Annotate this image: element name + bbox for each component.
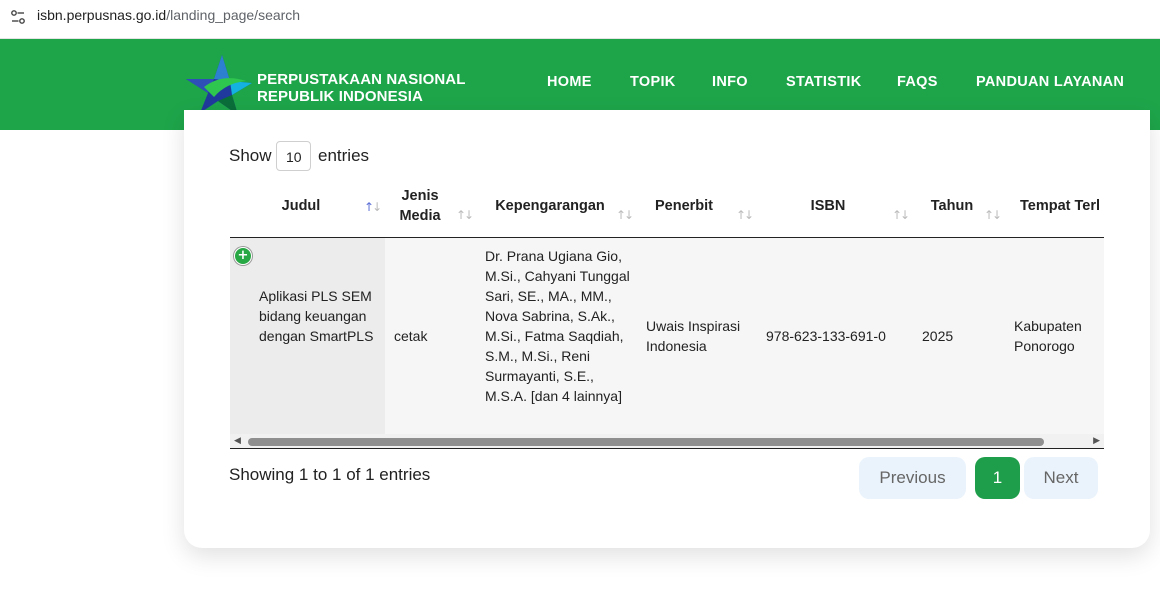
nav-statistik[interactable]: STATISTIK <box>786 74 861 90</box>
sort-icon[interactable]: ↑↓ <box>736 208 754 222</box>
column-header-jenis-media[interactable]: Jenis Media <box>396 186 444 226</box>
column-header-tahun[interactable]: Tahun <box>926 196 978 216</box>
brand-name[interactable]: PERPUSTAKAAN NASIONAL REPUBLIK INDONESIA <box>257 71 466 105</box>
next-button[interactable]: Next <box>1024 457 1098 499</box>
table-info: Showing 1 to 1 of 1 entries <box>229 465 431 484</box>
cell-penerbit: Uwais Inspirasi Indonesia <box>646 318 741 354</box>
cell-isbn: 978-623-133-691-0 <box>766 328 886 344</box>
nav-info[interactable]: INFO <box>712 74 748 90</box>
cell-tahun: 2025 <box>922 328 954 344</box>
footer-divider <box>230 448 1104 449</box>
browser-address-bar[interactable]: isbn.perpusnas.go.id/landing_page/search <box>0 0 1160 39</box>
horizontal-scrollbar[interactable]: ◀ ▶ <box>230 434 1104 448</box>
sort-asc-icon[interactable]: ↑↓ <box>364 200 382 214</box>
url-text[interactable]: isbn.perpusnas.go.id/landing_page/search <box>37 7 300 23</box>
column-header-penerbit[interactable]: Penerbit <box>650 196 718 216</box>
perpusnas-star-logo-icon[interactable] <box>184 53 254 117</box>
nav-faqs[interactable]: FAQS <box>897 74 938 90</box>
cell-tempat-terbit: Kabupaten Ponorogo <box>1014 318 1082 354</box>
sort-icon[interactable]: ↑↓ <box>984 208 1002 222</box>
page-1-button[interactable]: 1 <box>975 457 1020 499</box>
nav-home[interactable]: HOME <box>547 74 592 90</box>
sort-icon[interactable]: ↑↓ <box>456 208 474 222</box>
nav-panduan-layanan[interactable]: PANDUAN LAYANAN <box>976 74 1124 90</box>
column-header-judul[interactable]: Judul <box>270 196 332 216</box>
column-header-kepengarangan[interactable]: Kepengarangan <box>490 196 610 216</box>
nav-topik[interactable]: TOPIK <box>630 74 676 90</box>
sort-icon[interactable]: ↑↓ <box>892 208 910 222</box>
column-header-isbn[interactable]: ISBN <box>800 196 856 216</box>
results-table: Judul ↑↓ Jenis Media ↑↓ Kepengarangan ↑↓… <box>230 180 1104 450</box>
expand-row-plus-icon[interactable]: + <box>234 247 252 265</box>
page-length-select[interactable]: 10 <box>276 141 311 171</box>
cell-judul: Aplikasi PLS SEM bidang keuangan dengan … <box>259 288 374 344</box>
sort-icon[interactable]: ↑↓ <box>616 208 634 222</box>
scrollbar-thumb[interactable] <box>248 438 1044 446</box>
column-header-tempat-terbit[interactable]: Tempat Terl <box>1020 196 1104 216</box>
scroll-left-arrow-icon[interactable]: ◀ <box>234 436 241 446</box>
site-settings-icon[interactable] <box>10 9 26 25</box>
cell-jenis-media: cetak <box>394 328 428 344</box>
cell-kepengarangan: Dr. Prana Ugiana Gio, M.Si., Cahyani Tun… <box>485 248 630 404</box>
scroll-right-arrow-icon[interactable]: ▶ <box>1093 436 1100 446</box>
previous-button[interactable]: Previous <box>859 457 966 499</box>
